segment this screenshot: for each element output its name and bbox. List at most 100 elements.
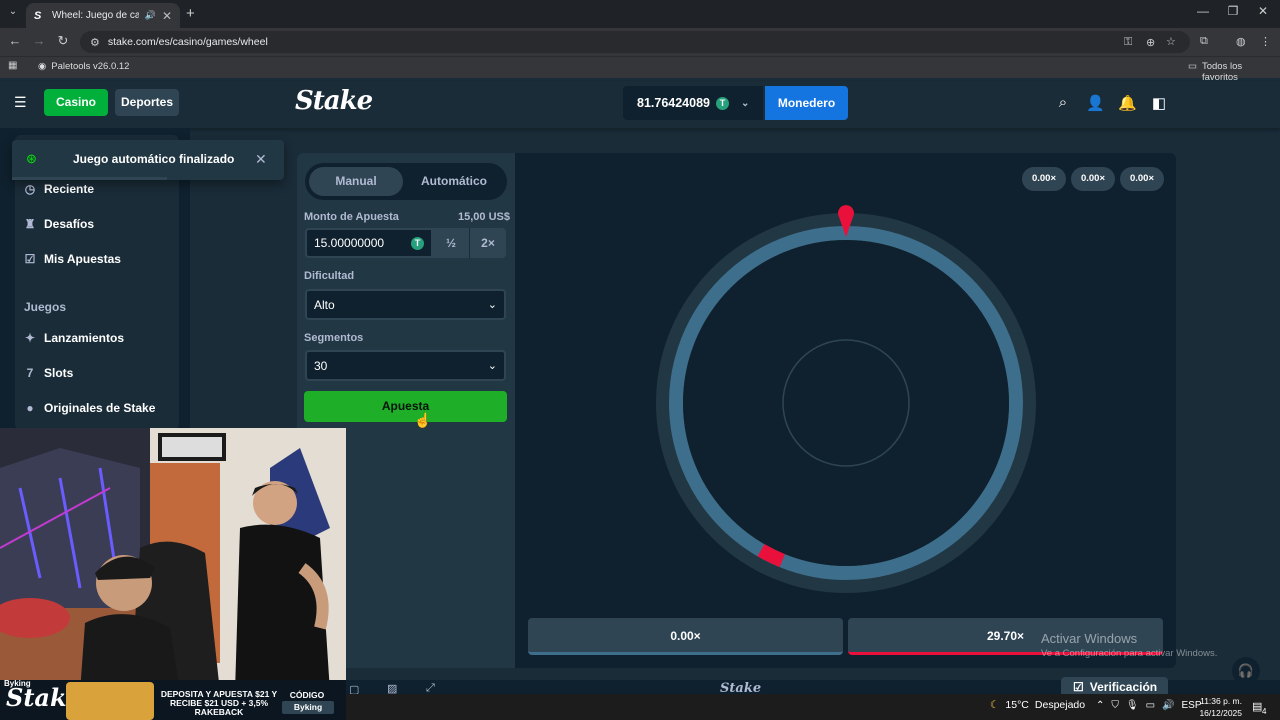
temperature: 15°C [1005,699,1029,711]
browser-menu-icon[interactable]: ⋮ [1260,35,1271,48]
segments-value: 30 [314,358,328,373]
reload-icon[interactable]: ↻ [54,33,72,49]
segments-select[interactable]: 30 ⌄ [305,350,506,381]
tab-list-icon[interactable]: ⌄ [4,6,22,22]
password-key-icon[interactable]: ⚿ [1124,36,1132,49]
network-icon[interactable]: ▭ [1146,700,1155,711]
tab-manual[interactable]: Manual [309,167,403,196]
bet-button[interactable]: Apuesta [304,391,507,422]
difficulty-select[interactable]: Alto ⌄ [305,289,506,320]
url-text: stake.com/es/casino/games/wheel [107,36,268,48]
bets-icon: ☑ [24,252,36,266]
notifications-icon[interactable]: ▤ [1252,700,1262,713]
sidebar-item-label: Slots [44,366,74,380]
history-chip: 0.00× [1120,167,1164,191]
tether-icon: T [716,96,729,110]
difficulty-label: Dificultad [304,270,355,282]
difficulty-value: Alto [314,297,335,312]
sidebar-item-originals[interactable]: ● Originales de Stake [24,397,155,419]
chevron-down-icon: ⌄ [487,299,497,311]
sidebar-item-label: Reciente [44,182,95,196]
autobet-icon: ⊛ [26,151,37,166]
wallet-button[interactable]: Monedero [765,86,848,120]
minimize-button[interactable]: — [1188,4,1218,18]
browser-tab[interactable]: S Wheel: Juego de casino onl 🔊 ✕ [26,3,180,28]
sports-button[interactable]: Deportes [115,89,179,116]
wheel [656,205,1036,593]
site-info-icon[interactable]: ⚙ [90,36,100,49]
sidebar-item-releases[interactable]: ✦ Lanzamientos [24,327,124,349]
speaker-icon[interactable]: 🔊 [145,10,156,21]
user-icon[interactable]: 👤 [1086,94,1105,112]
chevron-down-icon: ⌄ [741,97,750,109]
star-icon[interactable]: ☆ [1166,35,1176,48]
wheel-inner [683,240,1009,566]
half-bet-button[interactable]: ½ [433,228,469,258]
weather-text: Despejado [1034,699,1086,711]
toast-progress-bar [12,177,167,180]
address-bar[interactable]: ⚙ stake.com/es/casino/games/wheel [80,31,1190,53]
clock-date: 16/12/2025 [1199,708,1242,718]
extensions-icon[interactable]: ⧉ [1200,35,1208,48]
microphone-icon[interactable]: 🎙 [1126,700,1139,711]
search-icon[interactable]: ⌕ [1054,94,1072,111]
tab-close-icon[interactable]: ✕ [162,9,172,23]
sparkle-icon: ✦ [24,331,36,345]
sidebar-item-my-bets[interactable]: ☑ Mis Apuestas [24,248,121,270]
volume-icon[interactable]: 🔊 [1162,700,1174,711]
bookmark-label: Paletools v26.0.12 [51,61,130,72]
sidebar-section-games: Juegos [24,300,67,314]
sidebar-item-label: Lanzamientos [44,331,125,345]
all-bookmarks[interactable]: ▭ Todos los favoritos [1188,61,1280,83]
double-bet-button[interactable]: 2× [469,228,506,258]
globe-icon: ◉ [38,61,47,72]
stake-favicon-icon: S [34,9,42,22]
moon-icon: ☾ [990,699,1000,711]
mouse-cursor-icon: ☝ [414,412,432,428]
profile-icon[interactable]: ◍ [1236,35,1246,48]
webcam-overlay [0,428,346,692]
weather-widget[interactable]: ☾ 15°C Despejado [990,699,1085,711]
system-tray: ⌃ ⛉ 🎙 ▭ 🔊 ESP [1096,700,1202,711]
sidebar-item-label: Originales de Stake [44,401,156,415]
bet-amount-input[interactable]: 15.00000000 T [305,228,433,258]
chat-panel-icon[interactable]: ◧ [1150,94,1168,112]
back-icon[interactable]: ← [6,33,24,48]
chevron-up-icon[interactable]: ⌃ [1096,700,1104,711]
tab-title: Wheel: Juego de casino onl [52,10,139,21]
clock-icon: ◷ [24,182,36,196]
balance-selector[interactable]: 81.76424089 T ⌄ [623,86,763,120]
activate-windows-title: Activar Windows [1041,631,1138,646]
check-icon: ☑ [1073,680,1084,694]
chevron-down-icon: ⌄ [487,360,497,372]
apps-grid-icon[interactable]: ▦ [8,60,17,71]
restore-button[interactable]: ❐ [1218,4,1248,18]
new-tab-button[interactable]: + [186,5,195,22]
tab-automatic[interactable]: Automático [407,167,501,196]
sidebar-item-slots[interactable]: 7 Slots [24,362,74,384]
sidebar-item-recent[interactable]: ◷ Reciente [24,178,94,200]
bookmark-paletools[interactable]: ◉ Paletools v26.0.12 [38,61,129,72]
tether-icon: T [411,236,424,250]
clock-time: 11:36 p. m. [1200,696,1242,706]
hamburger-menu-icon[interactable]: ☰ [14,94,27,111]
banner-promo-text: DEPOSITA Y APUESTA $21 Y RECIBE $21 USD … [160,689,278,717]
notification-bell-icon[interactable]: 🔔 [1118,94,1137,112]
activate-windows-subtitle: Ve a Configuración para activar Windows. [1041,648,1218,659]
bet-amount-usd: 15,00 US$ [458,211,510,223]
zoom-icon[interactable]: ⊕ [1146,36,1155,49]
taskbar-clock[interactable]: 11:36 p. m. 16/12/2025 [1198,695,1242,719]
history-chip: 0.00× [1071,167,1115,191]
notification-count: 4 [1262,707,1267,716]
balance-amount: 81.76424089 [637,96,710,110]
bet-amount-value: 15.00000000 [314,236,385,250]
stake-logo[interactable]: Stake [295,86,373,116]
sidebar-item-challenges[interactable]: ♜ Desafíos [24,213,94,235]
toast-close-icon[interactable]: ✕ [255,151,267,168]
casino-button[interactable]: Casino [44,89,108,116]
shield-icon[interactable]: ⛉ [1111,700,1119,711]
close-window-button[interactable]: ✕ [1248,4,1278,18]
banner-roulette-graphic [66,682,154,720]
forward-icon[interactable]: → [30,33,48,48]
originals-icon: ● [26,401,34,415]
